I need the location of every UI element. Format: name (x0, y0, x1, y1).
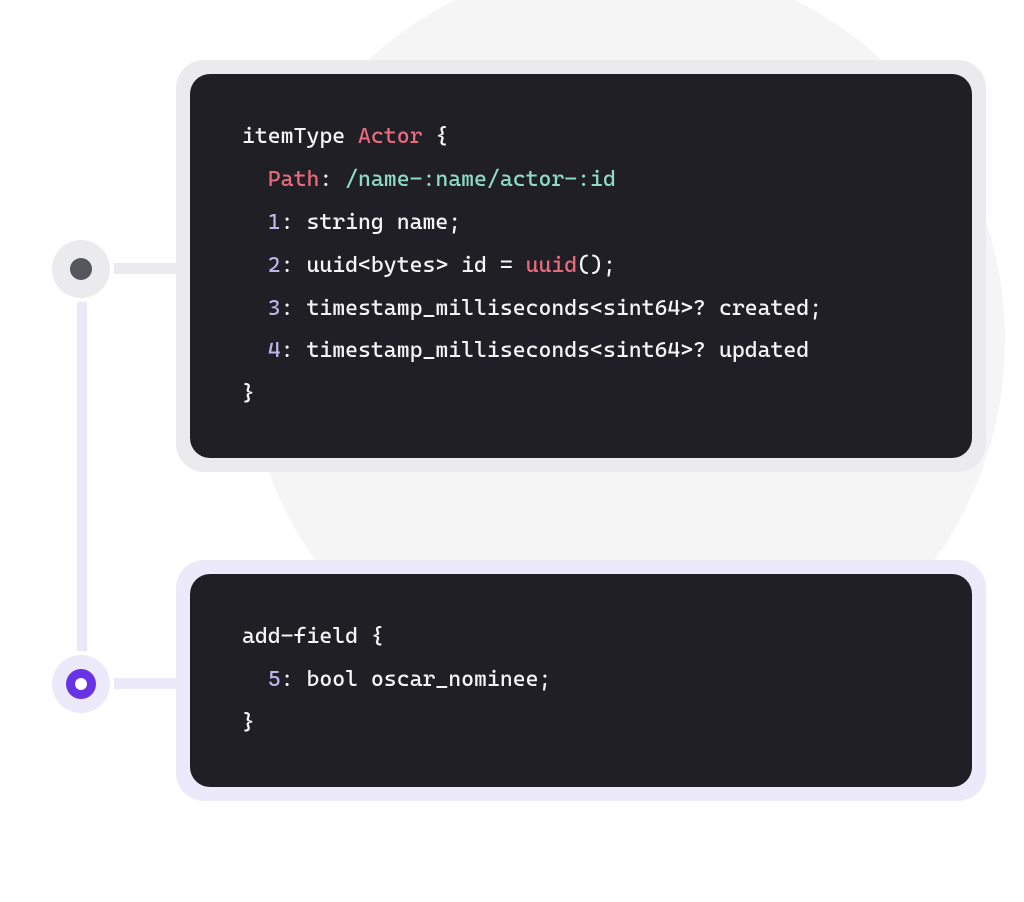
schema-card: itemType Actor { Path: /name-:name/actor… (176, 60, 986, 472)
timeline (52, 240, 112, 740)
field-index-4: 4 (268, 338, 281, 363)
field-decl-2-pre: uuid<bytes> id = (306, 253, 525, 278)
field-decl-5: bool oscar_nominee; (306, 667, 551, 692)
path-value: /name-:name/actor-:id (345, 167, 616, 192)
timeline-node-2 (52, 655, 110, 713)
open-brace-2: { (371, 624, 384, 649)
colon: : (319, 167, 332, 192)
keyword-itemtype: itemType (242, 124, 345, 149)
field-index-3: 3 (268, 296, 281, 321)
timeline-node-1-dot (70, 258, 92, 280)
field-decl-3: timestamp_milliseconds<sint64>? created; (306, 296, 822, 321)
keyword-add-field: add-field (242, 624, 358, 649)
path-label: Path (268, 167, 320, 192)
timeline-node-1 (52, 240, 110, 298)
type-name: Actor (358, 124, 422, 149)
field-decl-4: timestamp_milliseconds<sint64>? updated (306, 338, 809, 363)
timeline-vertical-line (77, 290, 87, 665)
field-decl-2-post: (); (577, 253, 616, 278)
field-index-2: 2 (268, 253, 281, 278)
field-index-1: 1 (268, 210, 281, 235)
migration-code-block: add-field { 5: bool oscar_nominee; } (190, 574, 972, 787)
timeline-node-2-ring (66, 669, 96, 699)
open-brace: { (435, 124, 448, 149)
uuid-fn: uuid (526, 253, 578, 278)
schema-code-block: itemType Actor { Path: /name-:name/actor… (190, 74, 972, 458)
close-brace: } (242, 381, 255, 406)
field-decl-1: string name; (306, 210, 461, 235)
migration-card: add-field { 5: bool oscar_nominee; } (176, 560, 986, 801)
field-index-5: 5 (268, 667, 281, 692)
close-brace-2: } (242, 710, 255, 735)
timeline-node-2-dot (75, 678, 87, 690)
